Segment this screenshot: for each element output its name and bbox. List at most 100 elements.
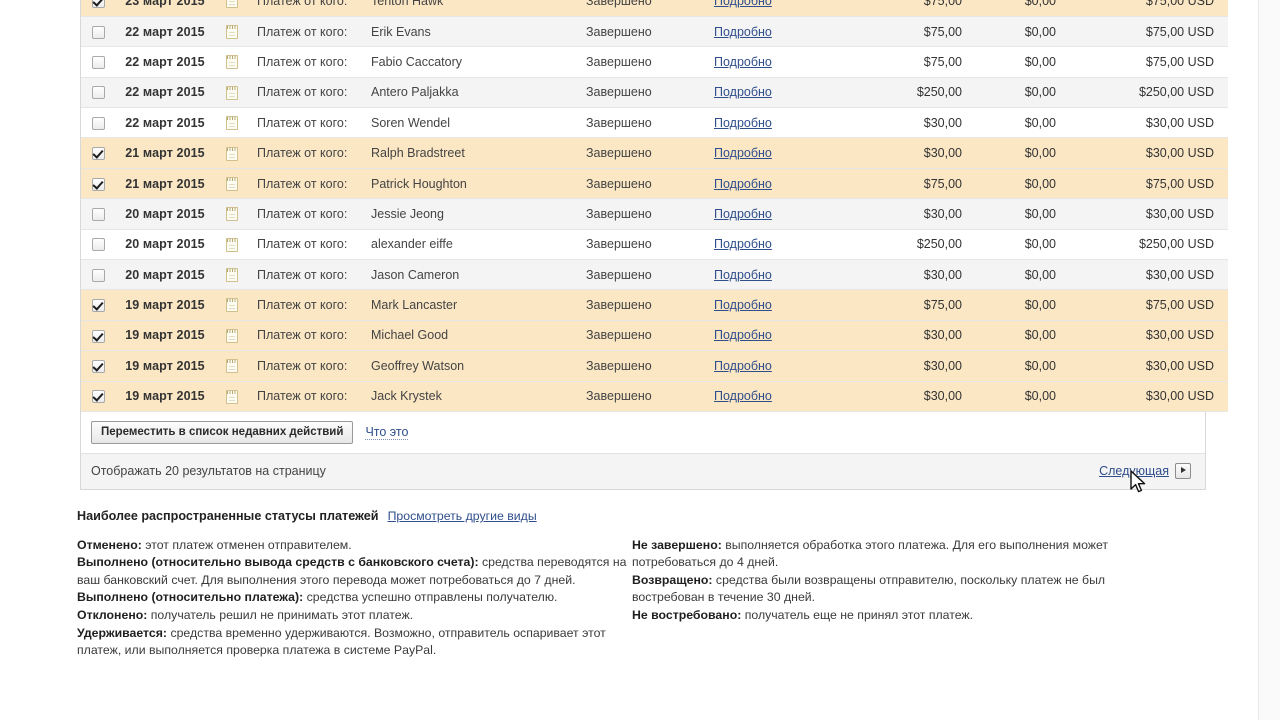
- details-link[interactable]: Подробно: [714, 359, 772, 373]
- row-checkbox[interactable]: [91, 329, 105, 343]
- row-note-cell[interactable]: [215, 168, 249, 200]
- details-link[interactable]: Подробно: [714, 389, 772, 403]
- what-is-this-link[interactable]: Что это: [365, 425, 409, 440]
- row-details-cell[interactable]: Подробно: [714, 320, 844, 352]
- row-select-cell[interactable]: [81, 107, 115, 139]
- details-link[interactable]: Подробно: [714, 268, 772, 282]
- note-icon[interactable]: [226, 176, 238, 191]
- table-row[interactable]: 22 март 2015 Платеж от кого: Antero Paljak…: [81, 77, 1228, 109]
- row-details-cell[interactable]: Подробно: [714, 0, 844, 17]
- row-note-cell[interactable]: [215, 107, 249, 139]
- row-checkbox[interactable]: [91, 268, 105, 282]
- row-checkbox[interactable]: [91, 299, 105, 313]
- note-icon[interactable]: [226, 55, 238, 70]
- note-icon[interactable]: [226, 85, 238, 100]
- row-select-cell[interactable]: [81, 0, 115, 17]
- row-note-cell[interactable]: [215, 381, 249, 412]
- row-select-cell[interactable]: [81, 16, 115, 48]
- table-row[interactable]: 22 март 2015 Платеж от кого: Erik Evans Зав…: [81, 16, 1228, 48]
- row-note-cell[interactable]: [215, 289, 249, 321]
- row-details-cell[interactable]: Подробно: [714, 137, 844, 169]
- table-row[interactable]: 20 март 2015 Платеж от кого: Jessie Jeong З…: [81, 198, 1228, 230]
- table-row[interactable]: 20 март 2015 Платеж от кого: Jason Cameron…: [81, 259, 1228, 291]
- row-checkbox[interactable]: [91, 0, 105, 9]
- details-link[interactable]: Подробно: [714, 85, 772, 99]
- row-note-cell[interactable]: [215, 320, 249, 352]
- note-icon[interactable]: [226, 146, 238, 161]
- row-details-cell[interactable]: Подробно: [714, 107, 844, 139]
- row-select-cell[interactable]: [81, 198, 115, 230]
- details-link[interactable]: Подробно: [714, 25, 772, 39]
- row-select-cell[interactable]: [81, 289, 115, 321]
- details-link[interactable]: Подробно: [714, 177, 772, 191]
- note-icon[interactable]: [226, 328, 238, 343]
- details-link[interactable]: Подробно: [714, 207, 772, 221]
- details-link[interactable]: Подробно: [714, 328, 772, 342]
- row-select-cell[interactable]: [81, 46, 115, 78]
- row-details-cell[interactable]: Подробно: [714, 259, 844, 291]
- row-note-cell[interactable]: [215, 137, 249, 169]
- note-icon[interactable]: [226, 0, 238, 9]
- row-checkbox[interactable]: [91, 116, 105, 130]
- next-page-link[interactable]: Следующая: [1099, 464, 1169, 478]
- row-details-cell[interactable]: Подробно: [714, 16, 844, 48]
- row-select-cell[interactable]: [81, 259, 115, 291]
- note-icon[interactable]: [226, 389, 238, 404]
- row-select-cell[interactable]: [81, 77, 115, 109]
- table-row[interactable]: 19 март 2015 Платеж от кого: Geoffrey Wats…: [81, 350, 1228, 382]
- row-select-cell[interactable]: [81, 320, 115, 352]
- note-icon[interactable]: [226, 298, 238, 313]
- note-icon[interactable]: [226, 24, 238, 39]
- table-row[interactable]: 22 март 2015 Платеж от кого: Fabio Caccato…: [81, 46, 1228, 78]
- row-note-cell[interactable]: [215, 198, 249, 230]
- row-checkbox[interactable]: [91, 25, 105, 39]
- row-note-cell[interactable]: [215, 46, 249, 78]
- row-select-cell[interactable]: [81, 168, 115, 200]
- note-icon[interactable]: [226, 207, 238, 222]
- row-select-cell[interactable]: [81, 350, 115, 382]
- details-link[interactable]: Подробно: [714, 116, 772, 130]
- row-details-cell[interactable]: Подробно: [714, 168, 844, 200]
- note-icon[interactable]: [226, 359, 238, 374]
- details-link[interactable]: Подробно: [714, 0, 772, 8]
- table-row[interactable]: 19 март 2015 Платеж от кого: Jack Krystek З…: [81, 381, 1228, 412]
- note-icon[interactable]: [226, 268, 238, 283]
- details-link[interactable]: Подробно: [714, 237, 772, 251]
- row-select-cell[interactable]: [81, 381, 115, 412]
- row-details-cell[interactable]: Подробно: [714, 350, 844, 382]
- row-select-cell[interactable]: [81, 137, 115, 169]
- row-note-cell[interactable]: [215, 229, 249, 261]
- note-icon[interactable]: [226, 237, 238, 252]
- row-details-cell[interactable]: Подробно: [714, 289, 844, 321]
- row-checkbox[interactable]: [91, 86, 105, 100]
- details-link[interactable]: Подробно: [714, 55, 772, 69]
- row-checkbox[interactable]: [91, 56, 105, 70]
- table-row[interactable]: 23 март 2015 Платеж от кого: Tenton Hawk За…: [81, 0, 1228, 17]
- table-row[interactable]: 21 март 2015 Платеж от кого: Patrick Hough…: [81, 168, 1228, 200]
- row-note-cell[interactable]: [215, 77, 249, 109]
- row-details-cell[interactable]: Подробно: [714, 229, 844, 261]
- note-icon[interactable]: [226, 116, 238, 131]
- page-scroll-gutter[interactable]: [1258, 0, 1280, 720]
- row-checkbox[interactable]: [91, 390, 105, 404]
- row-checkbox[interactable]: [91, 208, 105, 222]
- row-note-cell[interactable]: [215, 0, 249, 17]
- details-link[interactable]: Подробно: [714, 146, 772, 160]
- row-note-cell[interactable]: [215, 259, 249, 291]
- row-details-cell[interactable]: Подробно: [714, 381, 844, 412]
- row-details-cell[interactable]: Подробно: [714, 77, 844, 109]
- table-row[interactable]: 19 март 2015 Платеж от кого: Michael Good З…: [81, 320, 1228, 352]
- row-checkbox[interactable]: [91, 147, 105, 161]
- row-details-cell[interactable]: Подробно: [714, 198, 844, 230]
- row-checkbox[interactable]: [91, 238, 105, 252]
- row-note-cell[interactable]: [215, 350, 249, 382]
- row-select-cell[interactable]: [81, 229, 115, 261]
- table-row[interactable]: 19 март 2015 Платеж от кого: Mark Lancaste…: [81, 289, 1228, 321]
- row-note-cell[interactable]: [215, 16, 249, 48]
- details-link[interactable]: Подробно: [714, 298, 772, 312]
- table-row[interactable]: 22 март 2015 Платеж от кого: Soren Wendel З…: [81, 107, 1228, 139]
- row-checkbox[interactable]: [91, 359, 105, 373]
- view-other-types-link[interactable]: Просмотреть другие виды: [388, 508, 537, 526]
- next-page-arrow-icon[interactable]: [1175, 462, 1191, 479]
- row-checkbox[interactable]: [91, 177, 105, 191]
